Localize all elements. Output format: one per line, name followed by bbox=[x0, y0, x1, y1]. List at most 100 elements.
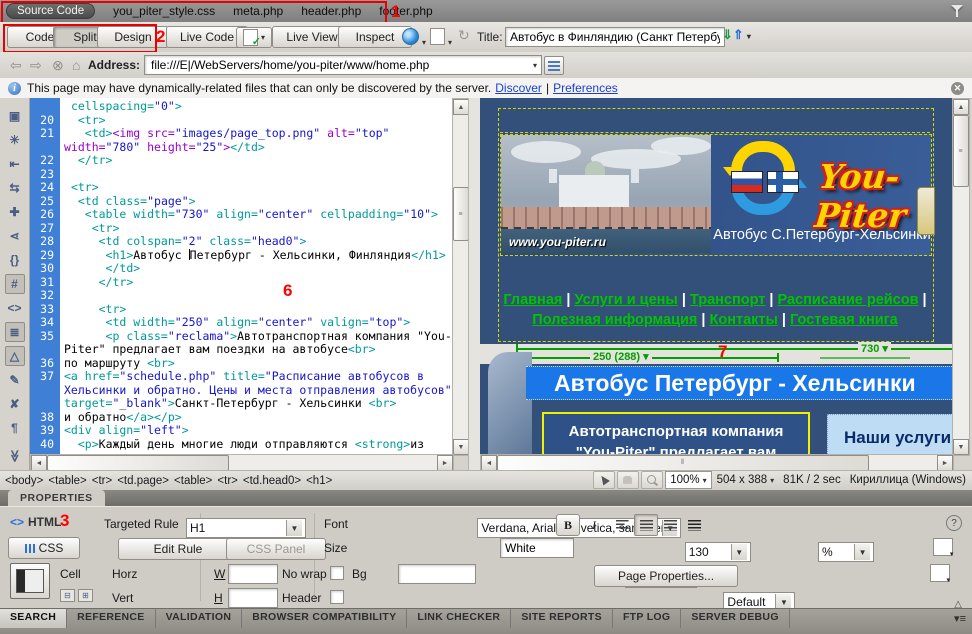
code-navigator-icon[interactable]: ✳ bbox=[5, 130, 25, 150]
code-line[interactable]: 22 </tr> bbox=[30, 154, 452, 168]
scroll-left-icon[interactable]: ◄ bbox=[481, 455, 497, 471]
align-right-button[interactable] bbox=[658, 514, 682, 536]
code-line[interactable]: 23 bbox=[30, 168, 452, 182]
preview-in-browser-icon[interactable]: ▾ bbox=[402, 28, 426, 48]
text-color-input[interactable] bbox=[500, 538, 574, 558]
word-wrap-icon[interactable]: ≣ bbox=[5, 322, 25, 342]
code-line[interactable]: 28 <td colspan="2" class="head0"> bbox=[30, 235, 452, 249]
scroll-right-icon[interactable]: ► bbox=[937, 455, 953, 471]
nowrap-checkbox[interactable] bbox=[330, 566, 344, 580]
code-line[interactable]: 25 <td class="page"> bbox=[30, 195, 452, 209]
header-checkbox[interactable] bbox=[330, 590, 344, 604]
expand-all-icon[interactable]: ✚ bbox=[5, 202, 25, 222]
highlight-invalid-code-icon[interactable]: <> bbox=[5, 298, 25, 318]
code-line[interactable]: cellspacing="0"> bbox=[30, 100, 452, 114]
select-tool-icon[interactable] bbox=[593, 471, 615, 489]
refresh-icon[interactable]: ↻ bbox=[458, 27, 470, 44]
more-icon[interactable]: ≫ bbox=[5, 446, 25, 466]
zoom-level-select[interactable]: 100%▾ bbox=[665, 471, 711, 489]
code-line[interactable]: 37<a href="schedule.php" title="Расписан… bbox=[30, 370, 452, 411]
code-line[interactable]: 24 <tr> bbox=[30, 181, 452, 195]
zoom-tool-icon[interactable] bbox=[641, 471, 663, 489]
code-line[interactable]: 35 <p class="reclama">Автотранспортная к… bbox=[30, 330, 452, 357]
address-input[interactable] bbox=[149, 58, 530, 72]
preferences-link[interactable]: Preferences bbox=[553, 81, 618, 95]
design-vertical-scrollbar[interactable]: ▲ ≡ ▼ bbox=[952, 98, 970, 456]
tag-selector-item[interactable]: <td.head0> bbox=[243, 475, 301, 487]
code-line[interactable]: 21 <td><img src="images/page_top.png" al… bbox=[30, 127, 452, 154]
code-scroll-thumb[interactable]: ≡ bbox=[453, 187, 469, 241]
size-select[interactable]: 130▼ bbox=[685, 542, 751, 562]
code-line[interactable]: 34 <td width="250" align="center" valign… bbox=[30, 316, 452, 330]
select-parent-tag-icon[interactable]: ⋖ bbox=[5, 226, 25, 246]
site-menu-link[interactable]: Контакты bbox=[710, 312, 778, 328]
site-menu-link[interactable]: Расписание рейсов bbox=[777, 292, 918, 308]
panel-menu-icon[interactable]: ▾≡ bbox=[954, 612, 966, 625]
code-line[interactable]: 39<div align="left"> bbox=[30, 424, 452, 438]
services-box[interactable]: Наши услуги bbox=[827, 414, 952, 454]
get-file-icon[interactable]: ⇓ bbox=[722, 27, 733, 42]
tag-selector-item[interactable]: <h1> bbox=[306, 475, 332, 487]
put-file-icon[interactable]: ⇑ bbox=[733, 27, 744, 42]
tag-selector-item[interactable]: <tr> bbox=[92, 475, 112, 487]
validate-markup-icon[interactable]: ▾ bbox=[430, 28, 452, 48]
file-transfer-icons[interactable]: ⇓⇑▾ bbox=[722, 27, 751, 43]
code-view[interactable]: cellspacing="0">20 <tr>21 <td><img src="… bbox=[30, 98, 452, 454]
stop-icon[interactable]: ⊗ bbox=[52, 57, 64, 74]
bg-color-swatch[interactable] bbox=[930, 564, 950, 582]
properties-panel-tab[interactable]: PROPERTIES bbox=[8, 490, 105, 506]
tag-selector-item[interactable]: <body> bbox=[5, 475, 43, 487]
design-hscroll-thumb[interactable]: ⦀ bbox=[497, 455, 869, 471]
window-size-select[interactable]: 504 x 388▾ bbox=[717, 474, 775, 486]
back-icon[interactable]: ⇦ bbox=[10, 57, 22, 74]
close-info-bar-icon[interactable]: ✕ bbox=[951, 82, 964, 95]
column-width-250-menu[interactable]: 250 (288) ▾ bbox=[590, 350, 652, 363]
site-menu-link[interactable]: Полезная информация bbox=[532, 312, 697, 328]
align-justify-button[interactable] bbox=[682, 514, 706, 536]
related-file-tab[interactable]: footer.php bbox=[379, 4, 432, 18]
code-hscroll-thumb[interactable] bbox=[47, 455, 229, 471]
results-tab-site-reports[interactable]: SITE REPORTS bbox=[511, 609, 613, 628]
open-documents-icon[interactable]: ▣ bbox=[5, 106, 25, 126]
hand-tool-icon[interactable] bbox=[617, 471, 639, 489]
page-properties-button[interactable]: Page Properties... bbox=[594, 565, 738, 587]
table-width-bar[interactable]: 730 ▾ 250 (288) ▾ 7 bbox=[480, 344, 952, 364]
check-browser-compatibility-icon[interactable]: ✓▾ bbox=[236, 27, 272, 48]
tag-selector-item[interactable]: <table> bbox=[48, 475, 86, 487]
table-width-730-menu[interactable]: 730 ▾ bbox=[858, 342, 891, 355]
text-color-swatch[interactable] bbox=[933, 538, 953, 556]
remove-comment-icon[interactable]: ✘ bbox=[5, 394, 25, 414]
css-mode-button[interactable]: CSS bbox=[8, 537, 80, 559]
info-bar-icon[interactable]: △ bbox=[5, 346, 25, 366]
tag-selector-item[interactable]: <tr> bbox=[217, 475, 237, 487]
html-mode-button[interactable]: <>HTML bbox=[10, 515, 61, 529]
address-dropdown-icon[interactable]: ▾ bbox=[533, 61, 537, 70]
address-field[interactable]: ▾ bbox=[144, 55, 542, 75]
filter-icon[interactable] bbox=[950, 4, 964, 18]
site-menu-link[interactable]: Транспорт bbox=[690, 292, 765, 308]
cell-width-input[interactable] bbox=[228, 564, 278, 584]
design-scroll-thumb[interactable]: ≡ bbox=[953, 115, 969, 187]
results-tab-browser-compatibility[interactable]: BROWSER COMPATIBILITY bbox=[242, 609, 407, 628]
results-tab-server-debug[interactable]: SERVER DEBUG bbox=[681, 609, 789, 628]
code-line[interactable]: 29 <h1>Автобус Петербург - Хельсинки, Фи… bbox=[30, 249, 452, 263]
results-tab-search[interactable]: SEARCH bbox=[0, 609, 67, 628]
split-cell-icon[interactable]: ⊞ bbox=[78, 589, 93, 602]
results-tab-link-checker[interactable]: LINK CHECKER bbox=[407, 609, 511, 628]
css-panel-button[interactable]: CSS Panel bbox=[226, 538, 326, 560]
bold-button[interactable]: B bbox=[556, 514, 580, 536]
discover-link[interactable]: Discover bbox=[495, 81, 542, 95]
results-tab-validation[interactable]: VALIDATION bbox=[156, 609, 243, 628]
code-line[interactable]: 31 </tr> bbox=[30, 276, 452, 290]
design-view[interactable]: www.you-piter.ru You-Piter Автобус С.Пет… bbox=[480, 98, 952, 454]
code-line[interactable]: 40 <p>Каждый день многие люди отправляют… bbox=[30, 438, 452, 452]
help-icon[interactable]: ? bbox=[946, 515, 962, 531]
balance-braces-icon[interactable]: {} bbox=[5, 250, 25, 270]
site-menu-link[interactable]: Главная bbox=[503, 292, 562, 308]
document-title-input[interactable] bbox=[505, 27, 725, 47]
code-editor[interactable]: cellspacing="0">20 <tr>21 <td><img src="… bbox=[30, 100, 452, 451]
site-banner[interactable]: www.you-piter.ru You-Piter Автобус С.Пет… bbox=[500, 134, 932, 256]
targeted-rule-select[interactable]: H1▼ bbox=[186, 518, 306, 538]
forward-icon[interactable]: ⇨ bbox=[30, 57, 42, 74]
merge-cells-icon[interactable]: ⊟ bbox=[60, 589, 75, 602]
